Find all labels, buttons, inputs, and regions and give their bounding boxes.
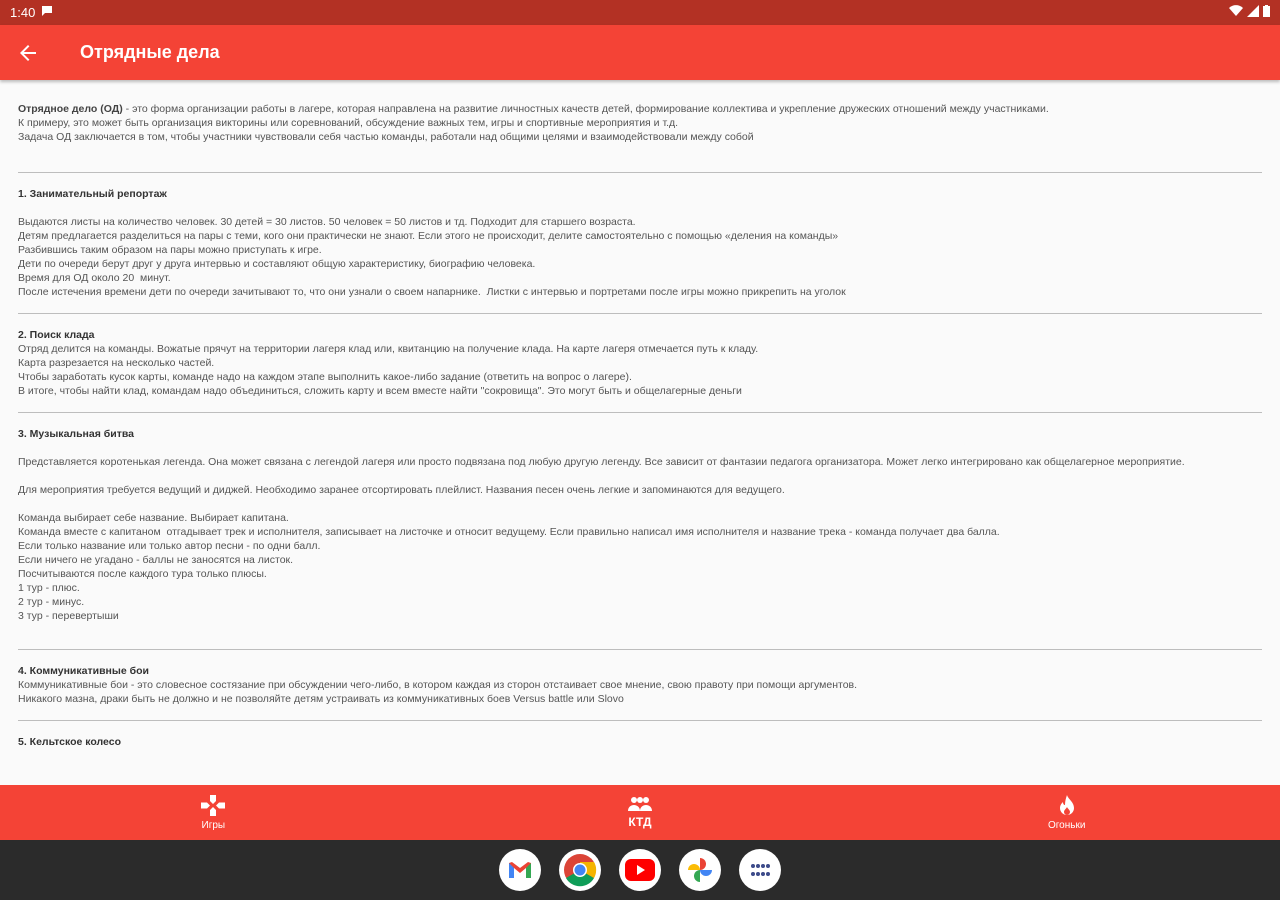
section-line: Карта разрезается на несколько частей.	[18, 357, 215, 369]
intro-text: Отрядное дело (ОД) - это форма организац…	[18, 102, 1262, 144]
section-line: Никакого мазна, драки быть не должно и н…	[18, 693, 624, 705]
section-line: 1 тур - плюс.	[18, 582, 80, 594]
section-title: 1. Занимательный репортаж	[18, 188, 167, 200]
app-dock	[0, 840, 1280, 900]
youtube-icon[interactable]	[619, 849, 661, 891]
nav-item-games[interactable]: Игры	[0, 785, 427, 840]
section-line: Если ничего не угадано - баллы не занося…	[18, 554, 294, 566]
gmail-icon[interactable]	[499, 849, 541, 891]
content-scroll[interactable]: Отрядное дело (ОД) - это форма организац…	[0, 80, 1280, 785]
section-line: Разбившись таким образом на пары можно п…	[18, 244, 322, 256]
back-button[interactable]	[0, 25, 56, 80]
section-line: Если только название или только автор пе…	[18, 540, 321, 552]
nav-label: Игры	[201, 819, 226, 831]
section-line: Отряд делится на команды. Вожатые прячут…	[18, 343, 759, 355]
status-bar: 1:40	[0, 0, 1280, 25]
section-line: Детям предлагается разделиться на пары с…	[18, 230, 839, 242]
intro-term: Отрядное дело (ОД)	[18, 103, 123, 115]
section-title: 4. Коммуникативные бои	[18, 665, 149, 677]
section-line: Чтобы заработать кусок карты, команде на…	[18, 371, 632, 383]
section-paragraph: Представляется коротенькая легенда. Она …	[18, 456, 1185, 468]
status-time: 1:40	[10, 5, 36, 20]
chat-notification-icon	[41, 5, 53, 20]
gamepad-icon	[201, 794, 226, 816]
section-line: Посчитываются после каждого тура только …	[18, 568, 267, 580]
section-line: 3 тур - перевертыши	[18, 610, 119, 622]
section-line: После истечения времени дети по очереди …	[18, 286, 846, 298]
nav-item-campfires[interactable]: Огоньки	[853, 785, 1280, 840]
section-line: Команда вместе с капитаном отгадывает тр…	[18, 526, 1000, 538]
section-title: 3. Музыкальная битва	[18, 428, 134, 440]
wifi-icon	[1229, 5, 1243, 20]
fire-icon	[1059, 794, 1074, 815]
section-line: В итоге, чтобы найти клад, командам надо…	[18, 385, 742, 397]
nav-label: КТД	[628, 815, 652, 829]
app-bar: Отрядные дела	[0, 25, 1280, 80]
arrow-back-icon	[20, 44, 36, 61]
intro-line-2: К примеру, это может быть организация ви…	[18, 117, 679, 129]
section-2: 2. Поиск клада Отряд делится на команды.…	[18, 313, 1262, 398]
apps-icon[interactable]	[739, 849, 781, 891]
intro-line-1: - это форма организации работы в лагере,…	[122, 103, 1049, 115]
section-1: 1. Занимательный репортаж Выдаются листы…	[18, 172, 1262, 299]
section-3: 3. Музыкальная битва Представляется коро…	[18, 412, 1262, 623]
section-line: Коммуникативные бои - это словесное сост…	[18, 679, 858, 691]
section-title: 2. Поиск клада	[18, 329, 95, 341]
signal-icon	[1247, 5, 1259, 20]
nav-item-ktd[interactable]: КТД	[427, 785, 854, 840]
section-line: Выдаются листы на количество человек. 30…	[18, 216, 636, 228]
section-4: 4. Коммуникативные бои Коммуникативные б…	[18, 649, 1262, 706]
section-line: Время для ОД около 20 минут.	[18, 272, 171, 284]
section-paragraph: Для мероприятия требуется ведущий и дидж…	[18, 484, 785, 496]
photos-icon[interactable]	[679, 849, 721, 891]
section-line: 2 тур - минус.	[18, 596, 85, 608]
bottom-navigation: Игры КТД Огоньки	[0, 785, 1280, 840]
section-title: 5. Кельтское колесо	[18, 736, 122, 748]
battery-icon	[1263, 5, 1270, 20]
chrome-icon[interactable]	[559, 849, 601, 891]
section-5: 5. Кельтское колесо	[18, 720, 1262, 749]
nav-label: Огоньки	[1047, 819, 1086, 831]
group-icon	[628, 797, 652, 811]
intro-line-3: Задача ОД заключается в том, чтобы участ…	[18, 131, 754, 143]
section-line: Команда выбирает себе название. Выбирает…	[18, 512, 289, 524]
page-title: Отрядные дела	[80, 42, 220, 62]
section-line: Дети по очереди берут друг у друга интер…	[18, 258, 536, 270]
